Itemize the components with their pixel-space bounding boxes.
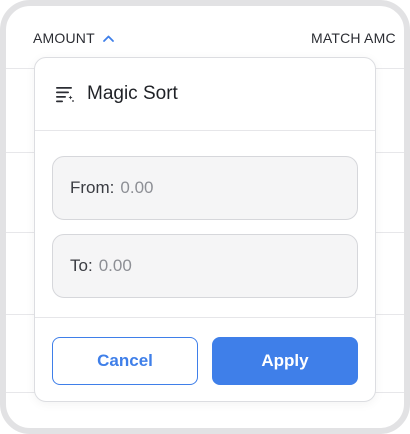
popover-header: Magic Sort <box>35 58 375 131</box>
to-label: To: <box>70 256 93 275</box>
to-value[interactable]: 0.00 <box>99 256 132 276</box>
from-value[interactable]: 0.00 <box>120 178 153 198</box>
popover-title: Magic Sort <box>87 83 178 104</box>
column-header-amount-label: AMOUNT <box>33 30 95 46</box>
range-fields: From: 0.00 To: 0.00 <box>35 131 375 318</box>
from-field[interactable]: From: 0.00 <box>52 156 358 220</box>
popover-actions: Cancel Apply <box>35 318 375 385</box>
to-field[interactable]: To: 0.00 <box>52 234 358 298</box>
from-label: From: <box>70 178 115 197</box>
column-header-match-amount[interactable]: MATCH AMC <box>311 30 396 46</box>
apply-button[interactable]: Apply <box>212 337 358 385</box>
magic-sort-popover: Magic Sort From: 0.00 To: 0.00 Cancel Ap… <box>34 57 376 402</box>
column-header-amount[interactable]: AMOUNT <box>33 30 115 46</box>
column-header-match-amount-label: MATCH AMC <box>311 30 396 46</box>
sort-ascending-icon[interactable] <box>102 32 115 45</box>
cancel-button[interactable]: Cancel <box>52 337 198 385</box>
window-frame: AMOUNT MATCH AMC Magic Sort From: 0.00 T… <box>0 0 410 434</box>
magic-sort-icon <box>56 87 74 103</box>
